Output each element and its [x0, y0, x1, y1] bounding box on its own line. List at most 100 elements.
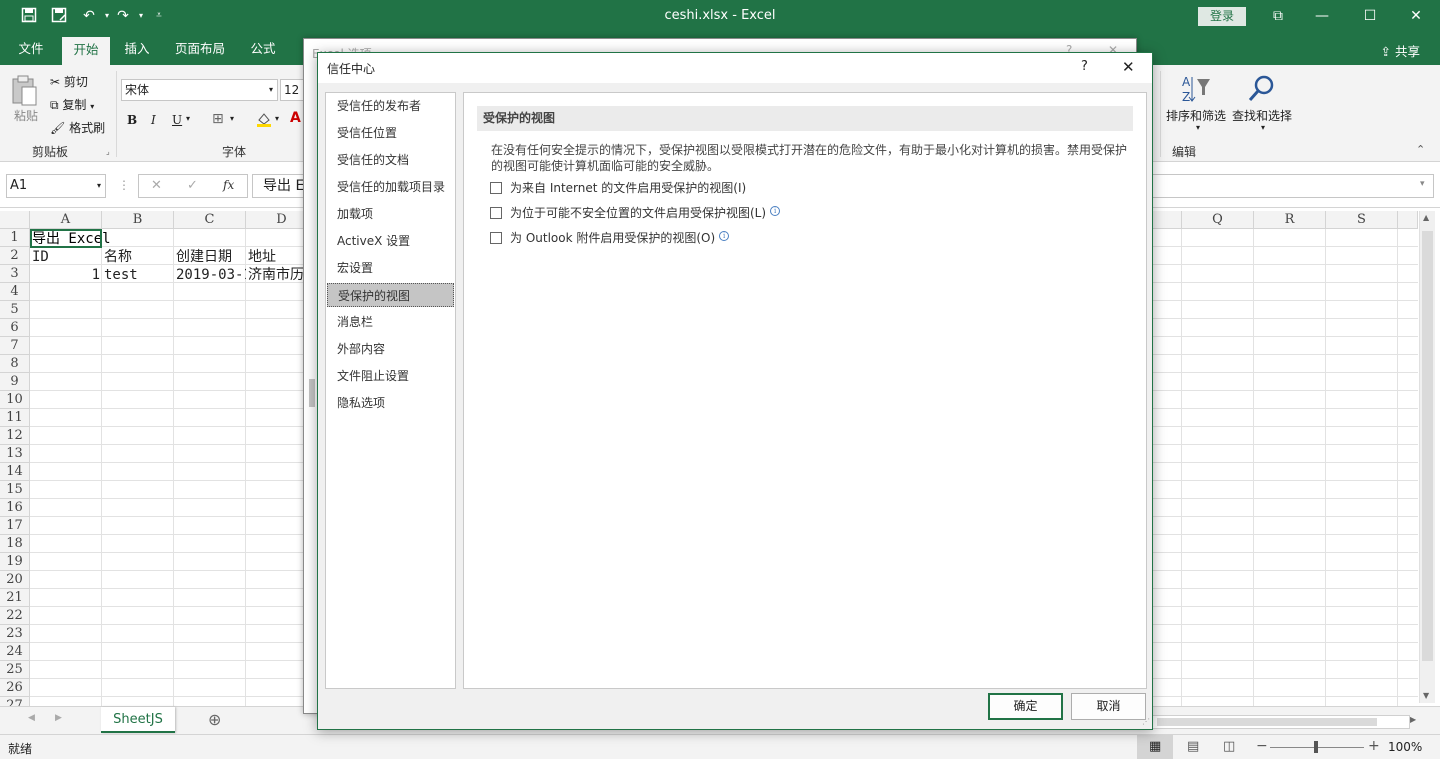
column-header[interactable]: C	[174, 211, 246, 229]
share-button[interactable]: ⇪ 共享	[1381, 41, 1420, 60]
copy-button[interactable]: ⧉ 复制 ▾	[50, 96, 94, 113]
row-header[interactable]: 2	[0, 247, 30, 265]
checkbox[interactable]	[490, 232, 502, 244]
row-header[interactable]: 8	[0, 355, 30, 373]
border-icon[interactable]: ⊞	[212, 111, 224, 127]
font-color-icon[interactable]: A	[290, 110, 301, 126]
vertical-scrollbar[interactable]: ▲ ▼	[1419, 211, 1435, 703]
scroll-thumb[interactable]	[309, 379, 315, 407]
row-header[interactable]: 20	[0, 571, 30, 589]
nav-message-bar[interactable]: 消息栏	[327, 310, 454, 334]
cell-c2[interactable]: 创建日期	[176, 248, 246, 266]
font-name-select[interactable]: 宋体 ▾	[121, 79, 278, 101]
scroll-thumb[interactable]	[1422, 231, 1433, 661]
save-icon[interactable]	[20, 7, 38, 25]
option-internet-files[interactable]: 为来自 Internet 的文件启用受保护的视图(I)	[490, 179, 746, 197]
nav-file-block-settings[interactable]: 文件阻止设置	[327, 364, 454, 388]
cell-b3[interactable]: test	[104, 266, 174, 284]
ok-button[interactable]: 确定	[988, 693, 1063, 720]
row-header[interactable]: 4	[0, 283, 30, 301]
row-header[interactable]: 17	[0, 517, 30, 535]
cell-d3[interactable]: 济南市历	[248, 266, 304, 284]
close-icon[interactable]: ✕	[1122, 58, 1135, 76]
row-header[interactable]: 12	[0, 427, 30, 445]
scroll-down-icon[interactable]: ▼	[1423, 691, 1429, 700]
cell-c3[interactable]: 2019-03-1	[176, 266, 246, 284]
cell-d2[interactable]: 地址	[248, 248, 304, 266]
dialog-launcher-icon[interactable]: ⌟	[106, 147, 110, 156]
expand-formula-icon[interactable]: ▾	[1420, 179, 1425, 189]
column-header[interactable]	[1150, 211, 1182, 229]
column-header[interactable]: B	[102, 211, 174, 229]
maximize-icon[interactable]: ☐	[1350, 5, 1390, 27]
cancel-icon[interactable]: ✕	[151, 178, 162, 193]
row-header[interactable]: 26	[0, 679, 30, 697]
tab-insert[interactable]: 插入	[114, 39, 160, 65]
nav-trusted-addin-catalogs[interactable]: 受信任的加载项目录	[327, 175, 454, 199]
page-layout-view-icon[interactable]: ▤	[1187, 739, 1199, 754]
row-header[interactable]: 6	[0, 319, 30, 337]
row-header[interactable]: 13	[0, 445, 30, 463]
select-all-corner[interactable]	[0, 211, 30, 229]
cell-b2[interactable]: 名称	[104, 248, 174, 266]
row-header[interactable]: 15	[0, 481, 30, 499]
normal-view-icon[interactable]: ▦	[1137, 735, 1173, 759]
chevron-down-icon[interactable]: ▾	[1261, 123, 1265, 132]
scroll-thumb[interactable]	[1157, 718, 1377, 726]
option-outlook-attachments[interactable]: 为 Outlook 附件启用受保护的视图(O) i	[490, 229, 730, 247]
paste-label[interactable]: 粘贴	[14, 107, 38, 124]
undo-icon[interactable]: ↶	[80, 7, 98, 25]
nav-trusted-documents[interactable]: 受信任的文档	[327, 148, 454, 172]
tab-formulas[interactable]: 公式	[240, 39, 286, 65]
info-icon[interactable]: i	[719, 231, 730, 241]
checkbox[interactable]	[490, 207, 502, 219]
row-header[interactable]: 9	[0, 373, 30, 391]
italic-button[interactable]: I	[151, 113, 156, 127]
sort-filter-icon[interactable]: AZ	[1180, 73, 1212, 105]
help-icon[interactable]: ?	[1081, 59, 1088, 74]
scroll-up-icon[interactable]: ▲	[1423, 213, 1429, 222]
row-header[interactable]: 16	[0, 499, 30, 517]
cancel-button[interactable]: 取消	[1071, 693, 1146, 720]
chevron-down-icon[interactable]: ▾	[275, 114, 279, 123]
collapse-ribbon-icon[interactable]: ⌃	[1416, 143, 1425, 156]
font-size-select[interactable]: 12	[280, 79, 304, 101]
next-sheet-icon[interactable]: ▶	[55, 713, 62, 723]
minimize-icon[interactable]: —	[1302, 5, 1342, 27]
row-header[interactable]: 24	[0, 643, 30, 661]
tab-page-layout[interactable]: 页面布局	[166, 39, 234, 65]
chevron-down-icon[interactable]: ▾	[1196, 123, 1200, 132]
row-header[interactable]: 14	[0, 463, 30, 481]
row-header[interactable]: 22	[0, 607, 30, 625]
bold-button[interactable]: B	[127, 113, 137, 127]
row-header[interactable]: 21	[0, 589, 30, 607]
tab-file[interactable]: 文件	[8, 39, 54, 65]
cell-a3[interactable]: 1	[32, 266, 100, 284]
zoom-level[interactable]: 100%	[1388, 740, 1422, 754]
row-header[interactable]: 27	[0, 697, 30, 706]
nav-external-content[interactable]: 外部内容	[327, 337, 454, 361]
row-header[interactable]: 3	[0, 265, 30, 283]
row-header[interactable]: 5	[0, 301, 30, 319]
login-button[interactable]: 登录	[1198, 7, 1246, 26]
format-painter-button[interactable]: 🖌 格式刷	[50, 119, 105, 136]
paste-icon[interactable]	[10, 73, 44, 107]
tab-home[interactable]: 开始	[62, 37, 110, 65]
redo-icon[interactable]: ↷	[114, 7, 132, 25]
column-header[interactable]: R	[1254, 211, 1326, 229]
nav-trusted-locations[interactable]: 受信任位置	[327, 121, 454, 145]
zoom-slider-thumb[interactable]	[1314, 741, 1318, 753]
search-icon[interactable]	[1246, 73, 1278, 105]
sort-filter-button[interactable]: 排序和筛选	[1166, 107, 1226, 124]
row-header[interactable]: 1	[0, 229, 30, 247]
scroll-right-icon[interactable]: ▶	[1410, 715, 1416, 724]
resize-grip-icon[interactable]: ⋰	[1142, 717, 1150, 726]
row-header[interactable]: 23	[0, 625, 30, 643]
find-select-button[interactable]: 查找和选择	[1232, 107, 1292, 124]
function-icon[interactable]: fx	[223, 178, 234, 192]
check-icon[interactable]: ✓	[187, 178, 198, 193]
prev-sheet-icon[interactable]: ◀	[28, 713, 35, 723]
page-break-view-icon[interactable]: ◫	[1223, 739, 1235, 754]
cell-a2[interactable]: ID	[32, 248, 102, 266]
underline-button[interactable]: U	[172, 113, 182, 127]
